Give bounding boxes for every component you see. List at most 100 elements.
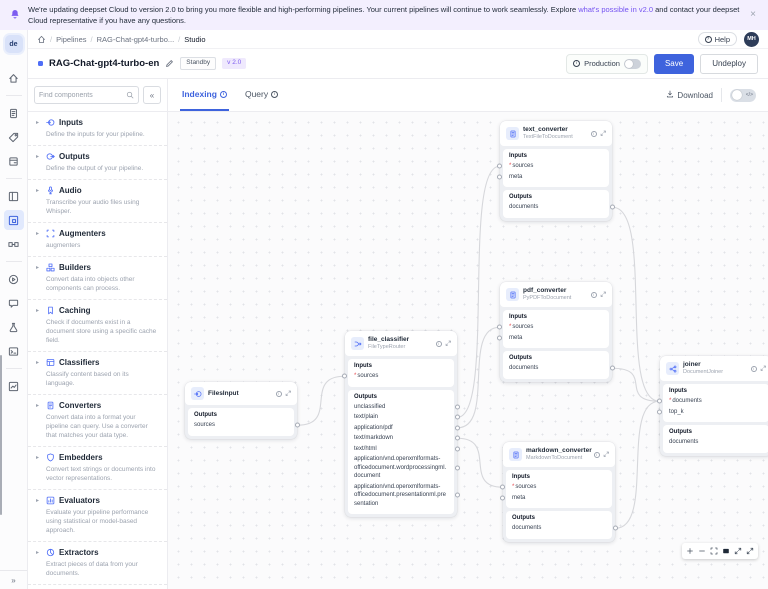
rail-item-terminal[interactable] [4,341,24,361]
caret-icon[interactable]: ▸ [36,550,42,556]
sidebar-item-outputs[interactable]: ▸OutputsDefine the output of your pipeli… [28,146,167,180]
caret-icon[interactable]: ▸ [36,455,42,461]
avatar[interactable]: MH [744,32,759,47]
port-handle[interactable] [497,174,502,179]
expand-icon[interactable] [600,291,607,298]
port-handle[interactable] [455,415,460,420]
home-icon[interactable] [37,35,46,44]
expand-icon[interactable] [600,130,607,137]
tab-query[interactable]: Query i [243,79,280,111]
sidebar-item-audio[interactable]: ▸AudioTranscribe your audio files using … [28,180,167,223]
port-handle[interactable] [657,409,662,414]
port-handle[interactable] [342,374,347,379]
rail-item-report[interactable] [4,151,24,171]
node-pdf_converter[interactable]: pdf_converterPyPDFToDocumentiInputs*sour… [500,282,612,382]
info-icon[interactable]: i [591,131,597,137]
zoom-in-button[interactable] [684,543,696,559]
edge-pdf_converter-to-joiner[interactable] [613,368,660,401]
sidebar-collapse-button[interactable]: « [143,86,161,104]
sidebar-item-evaluators[interactable]: ▸EvaluatorsEvaluate your pipeline perfor… [28,490,167,542]
rail-item-experiment[interactable] [4,317,24,337]
edge-files_input-to-file_classifier[interactable] [298,376,345,425]
rail-item-tag[interactable] [4,127,24,147]
expand-icon[interactable] [603,451,610,458]
node-joiner[interactable]: joinerDocumentJoineriInputs*documentstop… [660,356,768,456]
node-markdown_converter[interactable]: markdown_converterMarkdownToDocumentiInp… [503,442,615,542]
expand-icon[interactable] [285,390,292,397]
sidebar-item-converters[interactable]: ▸ConvertersConvert data into a format yo… [28,395,167,447]
fit-view-button[interactable] [708,543,720,559]
help-button[interactable]: ? Help [698,32,737,46]
caret-icon[interactable]: ▸ [36,360,42,366]
port-handle[interactable] [455,465,460,470]
download-button[interactable]: Download [666,90,713,100]
sidebar-item-builders[interactable]: ▸BuildersConvert data into objects other… [28,257,167,300]
node-file_classifier[interactable]: file_classifierFileTypeRouteriInputs*sou… [345,331,457,517]
banner-close-icon[interactable]: × [748,10,758,20]
sidebar-item-augmenters[interactable]: ▸Augmentersaugmenters [28,223,167,257]
edge-file_classifier-to-pdf_converter[interactable] [458,327,500,428]
caret-icon[interactable]: ▸ [36,188,42,194]
screenshot-button[interactable] [720,543,732,559]
caret-icon[interactable]: ▸ [36,154,42,160]
port-handle[interactable] [657,399,662,404]
rail-item-chat[interactable] [4,293,24,313]
caret-icon[interactable]: ▸ [36,403,42,409]
port-handle[interactable] [497,164,502,169]
info-icon[interactable]: i [751,366,757,372]
caret-icon[interactable]: ▸ [36,231,42,237]
expand-icon[interactable] [760,365,767,372]
port-handle[interactable] [455,425,460,430]
save-button[interactable]: Save [654,54,694,74]
caret-icon[interactable]: ▸ [36,120,42,126]
rail-item-pipeline[interactable] [4,234,24,254]
expand-button[interactable] [732,543,744,559]
info-icon[interactable]: i [591,292,597,298]
zoom-out-button[interactable] [696,543,708,559]
port-handle[interactable] [497,335,502,340]
deepset-logo[interactable]: de [5,35,23,53]
edit-pencil-icon[interactable] [165,59,174,68]
caret-icon[interactable]: ▸ [36,498,42,504]
undeploy-button[interactable]: Undeploy [700,54,758,74]
node-files_input[interactable]: FilesInputiOutputssources [185,382,297,439]
banner-v2-link[interactable]: what's possible in v2.0 [578,5,653,14]
node-text_converter[interactable]: text_converterTextFileToDocumentiInputs*… [500,121,612,221]
port-handle[interactable] [455,436,460,441]
caret-icon[interactable]: ▸ [36,308,42,314]
port-handle[interactable] [455,493,460,498]
rail-item-play[interactable] [4,269,24,289]
port-handle[interactable] [610,366,615,371]
rail-item-home[interactable] [4,68,24,88]
search-input[interactable] [39,92,123,99]
breadcrumb-pipeline-name[interactable]: RAG-Chat-gpt4-turbo... [97,35,175,44]
sidebar-item-inputs[interactable]: ▸InputsDefine the inputs for your pipeli… [28,112,167,146]
rail-item-metrics[interactable] [4,376,24,396]
rail-item-studio[interactable] [4,210,24,230]
edge-markdown_converter-to-joiner[interactable] [616,401,660,528]
sidebar-item-extractors[interactable]: ▸ExtractorsExtract pieces of data from y… [28,542,167,585]
expand-icon[interactable] [445,340,452,347]
tab-indexing[interactable]: Indexing i [180,79,229,111]
info-icon[interactable]: i [436,341,442,347]
port-handle[interactable] [455,446,460,451]
sidebar-item-classifiers[interactable]: ▸ClassifiersClassify content based on it… [28,352,167,395]
rail-item-document[interactable] [4,103,24,123]
port-handle[interactable] [500,495,505,500]
info-icon[interactable]: i [594,452,600,458]
rail-scrollbar[interactable] [0,355,2,515]
sidebar-item-fetchers[interactable]: ▸FetchersFetch content from a specific s… [28,585,167,589]
port-handle[interactable] [295,423,300,428]
port-handle[interactable] [497,325,502,330]
sidebar-item-caching[interactable]: ▸CachingCheck if documents exist in a do… [28,300,167,352]
port-handle[interactable] [613,526,618,531]
code-view-toggle[interactable]: </> [730,89,756,102]
caret-icon[interactable]: ▸ [36,265,42,271]
breadcrumb-pipelines[interactable]: Pipelines [56,35,86,44]
rail-item-board[interactable] [4,186,24,206]
production-toggle[interactable] [624,59,641,69]
flow-canvas[interactable]: FilesInputiOutputssources file_classifier… [168,112,768,589]
sidebar-item-embedders[interactable]: ▸EmbeddersConvert text strings or docume… [28,447,167,490]
rail-expand-button[interactable]: » [0,570,27,589]
info-icon[interactable]: i [276,391,282,397]
